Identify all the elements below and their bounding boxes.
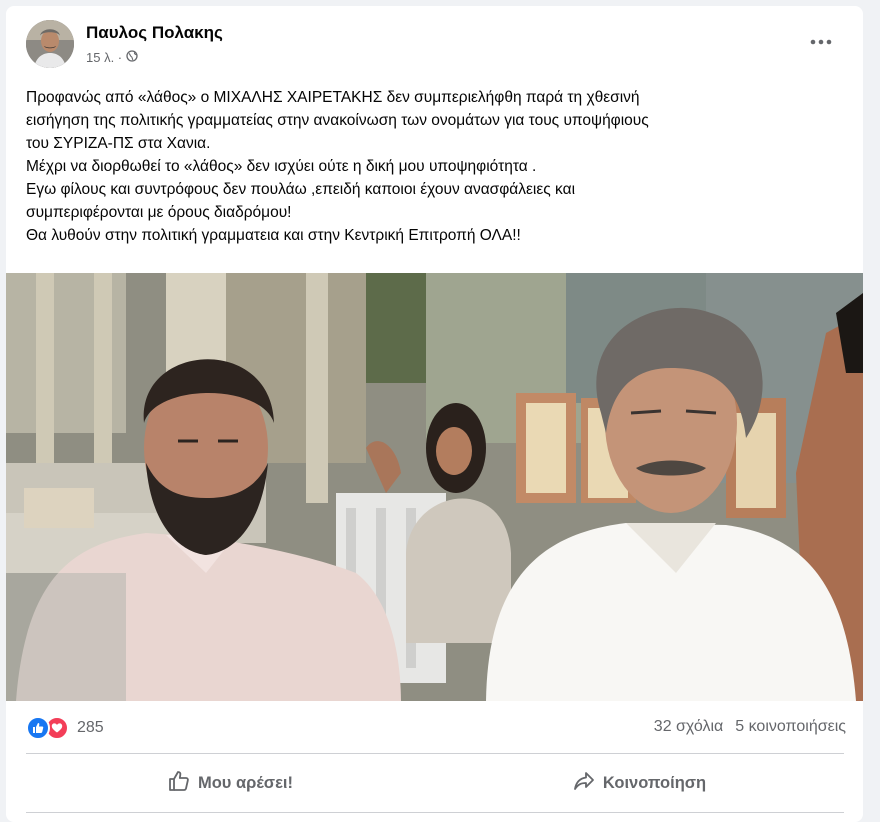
like-icon (26, 716, 50, 740)
share-button[interactable]: Κοινοποίηση (435, 758, 844, 808)
reactions-summary[interactable]: 285 (26, 716, 104, 740)
post-body: Προφανώς από «λάθος» ο ΜΙΧΑΛΗΣ ΧΑΙΡΕΤΑΚΗ… (26, 86, 846, 247)
post-text-line: Εγω φίλους και συντρόφους δεν πουλάω ,επ… (26, 181, 576, 198)
divider (26, 753, 844, 754)
post-actions: Μου αρέσει! Κοινοποίηση (26, 758, 844, 808)
globe-icon (126, 50, 138, 65)
post-text-line: Μέχρι να διορθωθεί το «λάθος» δεν ισχύει… (26, 158, 537, 175)
post-header: Παυλος Πολακης 15 λ. · (6, 6, 863, 86)
more-options-icon[interactable] (803, 30, 839, 54)
reaction-count: 285 (77, 719, 104, 736)
post-text-line: Θα λυθούν στην πολιτική γραμματεια και σ… (26, 227, 521, 244)
comments-count-link[interactable]: 32 σχόλια (654, 718, 723, 736)
post-card: Παυλος Πολακης 15 λ. · Προφανώς από «λάθ… (6, 6, 863, 822)
like-button-label: Μου αρέσει! (197, 773, 293, 792)
engagement-counts: 32 σχόλια 5 κοινοποιήσεις (654, 718, 846, 736)
shares-count-link[interactable]: 5 κοινοποιήσεις (735, 718, 846, 736)
author-avatar[interactable] (26, 20, 74, 68)
post-photo[interactable] (6, 273, 863, 701)
post-text-line: συμπεριφέρονται με όρους διαδρόμου! (26, 204, 292, 221)
divider (26, 812, 844, 813)
author-name[interactable]: Παυλος Πολακης (86, 23, 223, 43)
thumbs-up-icon (168, 770, 190, 797)
post-text-line: Προφανώς από «λάθος» ο ΜΙΧΑΛΗΣ ΧΑΙΡΕΤΑΚΗ… (26, 89, 640, 106)
share-arrow-icon (573, 770, 595, 797)
post-text-line: του ΣΥΡΙΖΑ-ΠΣ στα Χανια. (26, 135, 211, 152)
post-text-line: εισήγηση της πολιτικής γραμματείας στην … (26, 112, 649, 129)
post-meta: 15 λ. · (86, 50, 138, 65)
post-stats: 285 32 σχόλια 5 κοινοποιήσεις (26, 714, 846, 744)
post-timestamp[interactable]: 15 λ. · (86, 50, 122, 65)
like-button[interactable]: Μου αρέσει! (26, 758, 435, 808)
share-button-label: Κοινοποίηση (602, 773, 707, 792)
